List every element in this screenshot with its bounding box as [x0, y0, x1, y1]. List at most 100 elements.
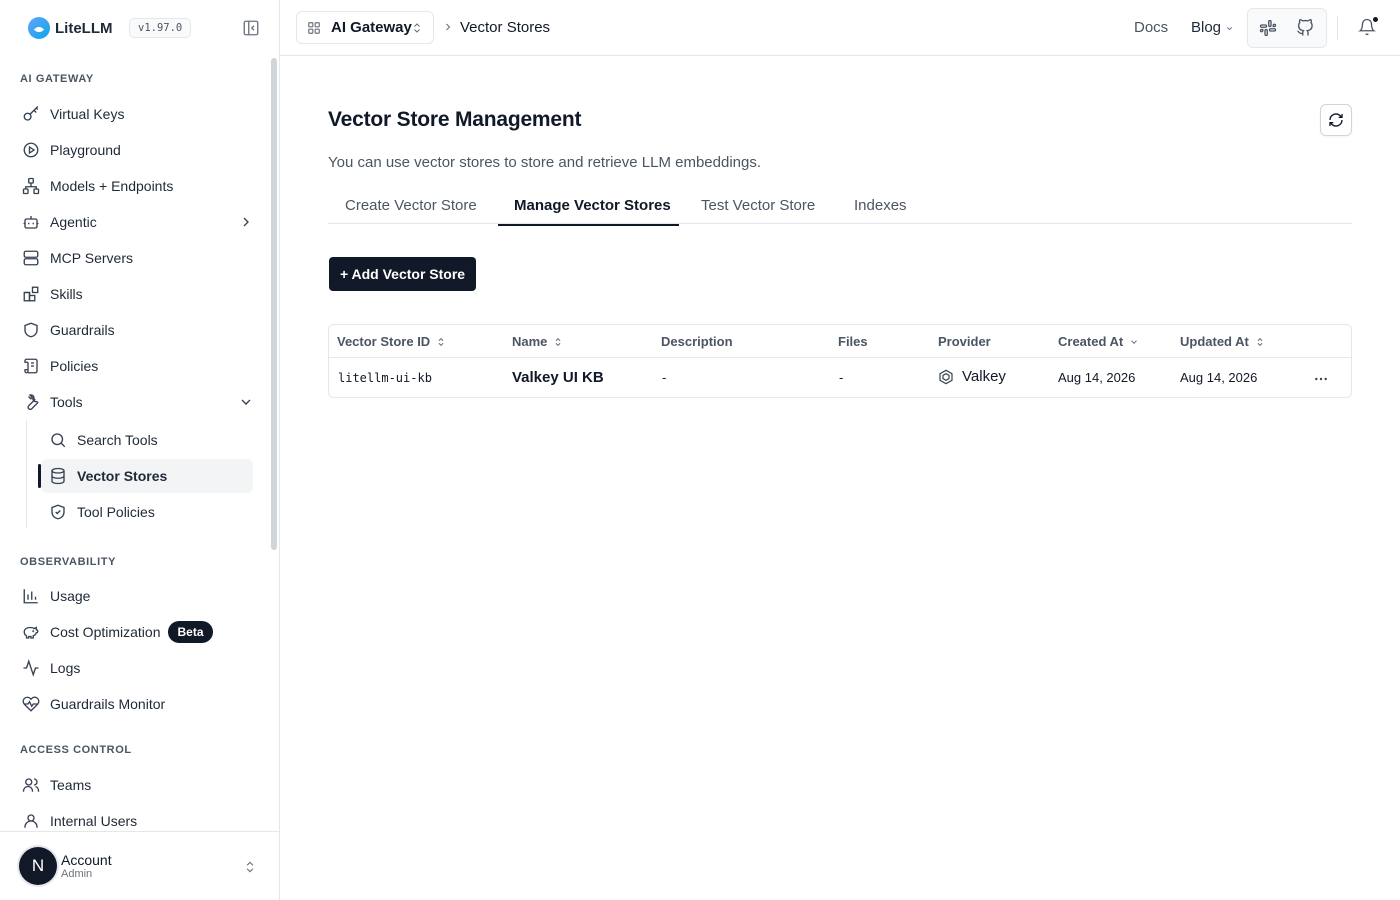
sidebar-item-teams[interactable]: Teams: [14, 769, 260, 801]
sidebar-item-guardrails[interactable]: Guardrails: [14, 314, 260, 346]
notification-dot: [1372, 16, 1379, 23]
chevrons-up-down-icon: [414, 23, 420, 33]
sidebar-item-virtual-keys[interactable]: Virtual Keys: [14, 98, 260, 130]
sort-icon: [438, 337, 444, 346]
more-horizontal-icon[interactable]: [1313, 371, 1329, 387]
key-icon: [23, 106, 39, 121]
github-icon[interactable]: [1296, 19, 1314, 37]
main-content: Vector Store Management You can use vect…: [280, 56, 1400, 900]
sidebar-item-label: Vector Stores: [77, 468, 168, 484]
litellm-logo-icon: [28, 17, 50, 39]
sidebar-item-label: Cost Optimization: [50, 624, 161, 640]
scroll-icon: [24, 358, 38, 374]
blocks-icon: [23, 286, 39, 302]
column-header-name[interactable]: Name: [512, 334, 563, 349]
bar-chart-icon: [23, 589, 38, 604]
valkey-logo-icon: [939, 369, 953, 384]
sidebar-header: LiteLLM v1.97.0: [0, 0, 279, 56]
cell-updated-at: Aug 14, 2026: [1180, 370, 1258, 385]
cell-files: -: [839, 370, 844, 385]
section-label-access-control: ACCESS CONTROL: [20, 744, 132, 756]
sidebar-item-label: Internal Users: [50, 813, 138, 829]
community-links: [1247, 8, 1327, 48]
sort-desc-icon: [1131, 339, 1138, 344]
grid-icon: [308, 21, 320, 34]
slack-icon[interactable]: [1259, 19, 1277, 37]
sidebar-item-tools[interactable]: Tools: [14, 386, 260, 418]
sidebar-item-label: Models + Endpoints: [50, 178, 174, 194]
tab-indexes[interactable]: Indexes: [854, 197, 907, 214]
sidebar-item-label: MCP Servers: [50, 250, 133, 266]
beta-badge: Beta: [168, 621, 213, 643]
column-header-provider: Provider: [938, 334, 991, 349]
sidebar-item-cost-optimization[interactable]: Cost Optimization Beta: [14, 616, 260, 648]
sidebar-item-usage[interactable]: Usage: [14, 580, 260, 612]
account-info: Account Admin: [61, 852, 112, 880]
column-label: Provider: [938, 334, 991, 349]
cell-description: -: [662, 370, 667, 385]
bot-icon: [23, 216, 39, 229]
active-tab-indicator: [498, 224, 679, 226]
sort-icon: [1257, 337, 1263, 346]
sidebar-item-internal-users[interactable]: Internal Users: [14, 805, 260, 831]
sidebar-item-mcp-servers[interactable]: MCP Servers: [14, 242, 260, 274]
wrench-icon: [27, 394, 39, 410]
table-row[interactable]: litellm-ui-kb Valkey UI KB - - Valkey Au…: [329, 358, 1351, 398]
refresh-button[interactable]: [1320, 104, 1352, 136]
chevron-right-icon: [243, 217, 249, 227]
provider-name: Valkey: [962, 368, 1006, 385]
breadcrumb-chevron-icon: [446, 23, 451, 31]
cell-created-at: Aug 14, 2026: [1058, 370, 1136, 385]
sidebar-item-agentic[interactable]: Agentic: [14, 206, 260, 238]
blog-dropdown[interactable]: Blog: [1191, 19, 1221, 36]
sidebar-item-guardrails-monitor[interactable]: Guardrails Monitor: [14, 688, 260, 720]
sidebar-item-models-endpoints[interactable]: Models + Endpoints: [14, 170, 260, 202]
sidebar: LiteLLM v1.97.0 AI GATEWAY Virtual Keys …: [0, 0, 280, 900]
account-name: Account: [61, 852, 112, 868]
sidebar-item-policies[interactable]: Policies: [14, 350, 260, 382]
docs-link[interactable]: Docs: [1134, 19, 1168, 36]
topbar-divider: [1337, 16, 1338, 40]
sidebar-item-playground[interactable]: Playground: [14, 134, 260, 166]
heart-pulse-icon: [22, 696, 40, 712]
add-vector-store-button[interactable]: + Add Vector Store: [329, 257, 476, 291]
column-header-created-at[interactable]: Created At: [1058, 334, 1139, 349]
page-title: Vector Store Management: [328, 108, 582, 131]
workspace-name: AI Gateway: [331, 19, 412, 36]
network-icon: [22, 177, 40, 195]
chevron-down-icon: [241, 399, 251, 405]
table-header: Vector Store ID Name Description Files P…: [329, 325, 1351, 358]
column-header-updated-at[interactable]: Updated At: [1180, 334, 1265, 349]
breadcrumb-current: Vector Stores: [460, 19, 551, 36]
account-role: Admin: [61, 868, 93, 880]
sidebar-subitem-vector-stores[interactable]: Vector Stores: [38, 459, 253, 493]
cell-vector-store-id[interactable]: litellm-ui-kb: [338, 371, 432, 385]
play-circle-icon: [23, 142, 39, 158]
sidebar-item-label: Guardrails: [50, 322, 115, 338]
tab-bar: Create Vector Store Manage Vector Stores…: [328, 186, 1352, 224]
section-label-ai-gateway: AI GATEWAY: [20, 73, 94, 85]
sort-icon: [555, 337, 561, 346]
column-label: Description: [661, 334, 733, 349]
column-header-vector-store-id[interactable]: Vector Store ID: [337, 334, 446, 349]
piggy-bank-icon: [23, 626, 39, 639]
tools-tree-line: [26, 420, 27, 528]
sidebar-item-label: Search Tools: [77, 432, 158, 448]
tab-create-vector-store[interactable]: Create Vector Store: [345, 197, 477, 214]
tab-manage-vector-stores[interactable]: Manage Vector Stores: [514, 197, 671, 214]
sidebar-collapse-icon[interactable]: [242, 19, 260, 37]
sidebar-subitem-tool-policies[interactable]: Tool Policies: [41, 495, 253, 529]
account-menu[interactable]: N Account Admin: [0, 831, 279, 900]
workspace-switcher[interactable]: AI Gateway: [296, 11, 434, 44]
column-label: Created At: [1058, 334, 1124, 349]
sidebar-item-skills[interactable]: Skills: [14, 278, 260, 310]
cell-provider: Valkey: [938, 368, 1006, 385]
sidebar-item-label: Skills: [50, 286, 83, 302]
sidebar-subitem-search-tools[interactable]: Search Tools: [41, 423, 253, 457]
app-name: LiteLLM: [55, 19, 113, 37]
app-logo[interactable]: LiteLLM: [28, 17, 113, 39]
sidebar-item-logs[interactable]: Logs: [14, 652, 260, 684]
tab-test-vector-store[interactable]: Test Vector Store: [701, 197, 815, 214]
vector-stores-table: Vector Store ID Name Description Files P…: [328, 324, 1352, 398]
users-icon: [22, 778, 40, 792]
